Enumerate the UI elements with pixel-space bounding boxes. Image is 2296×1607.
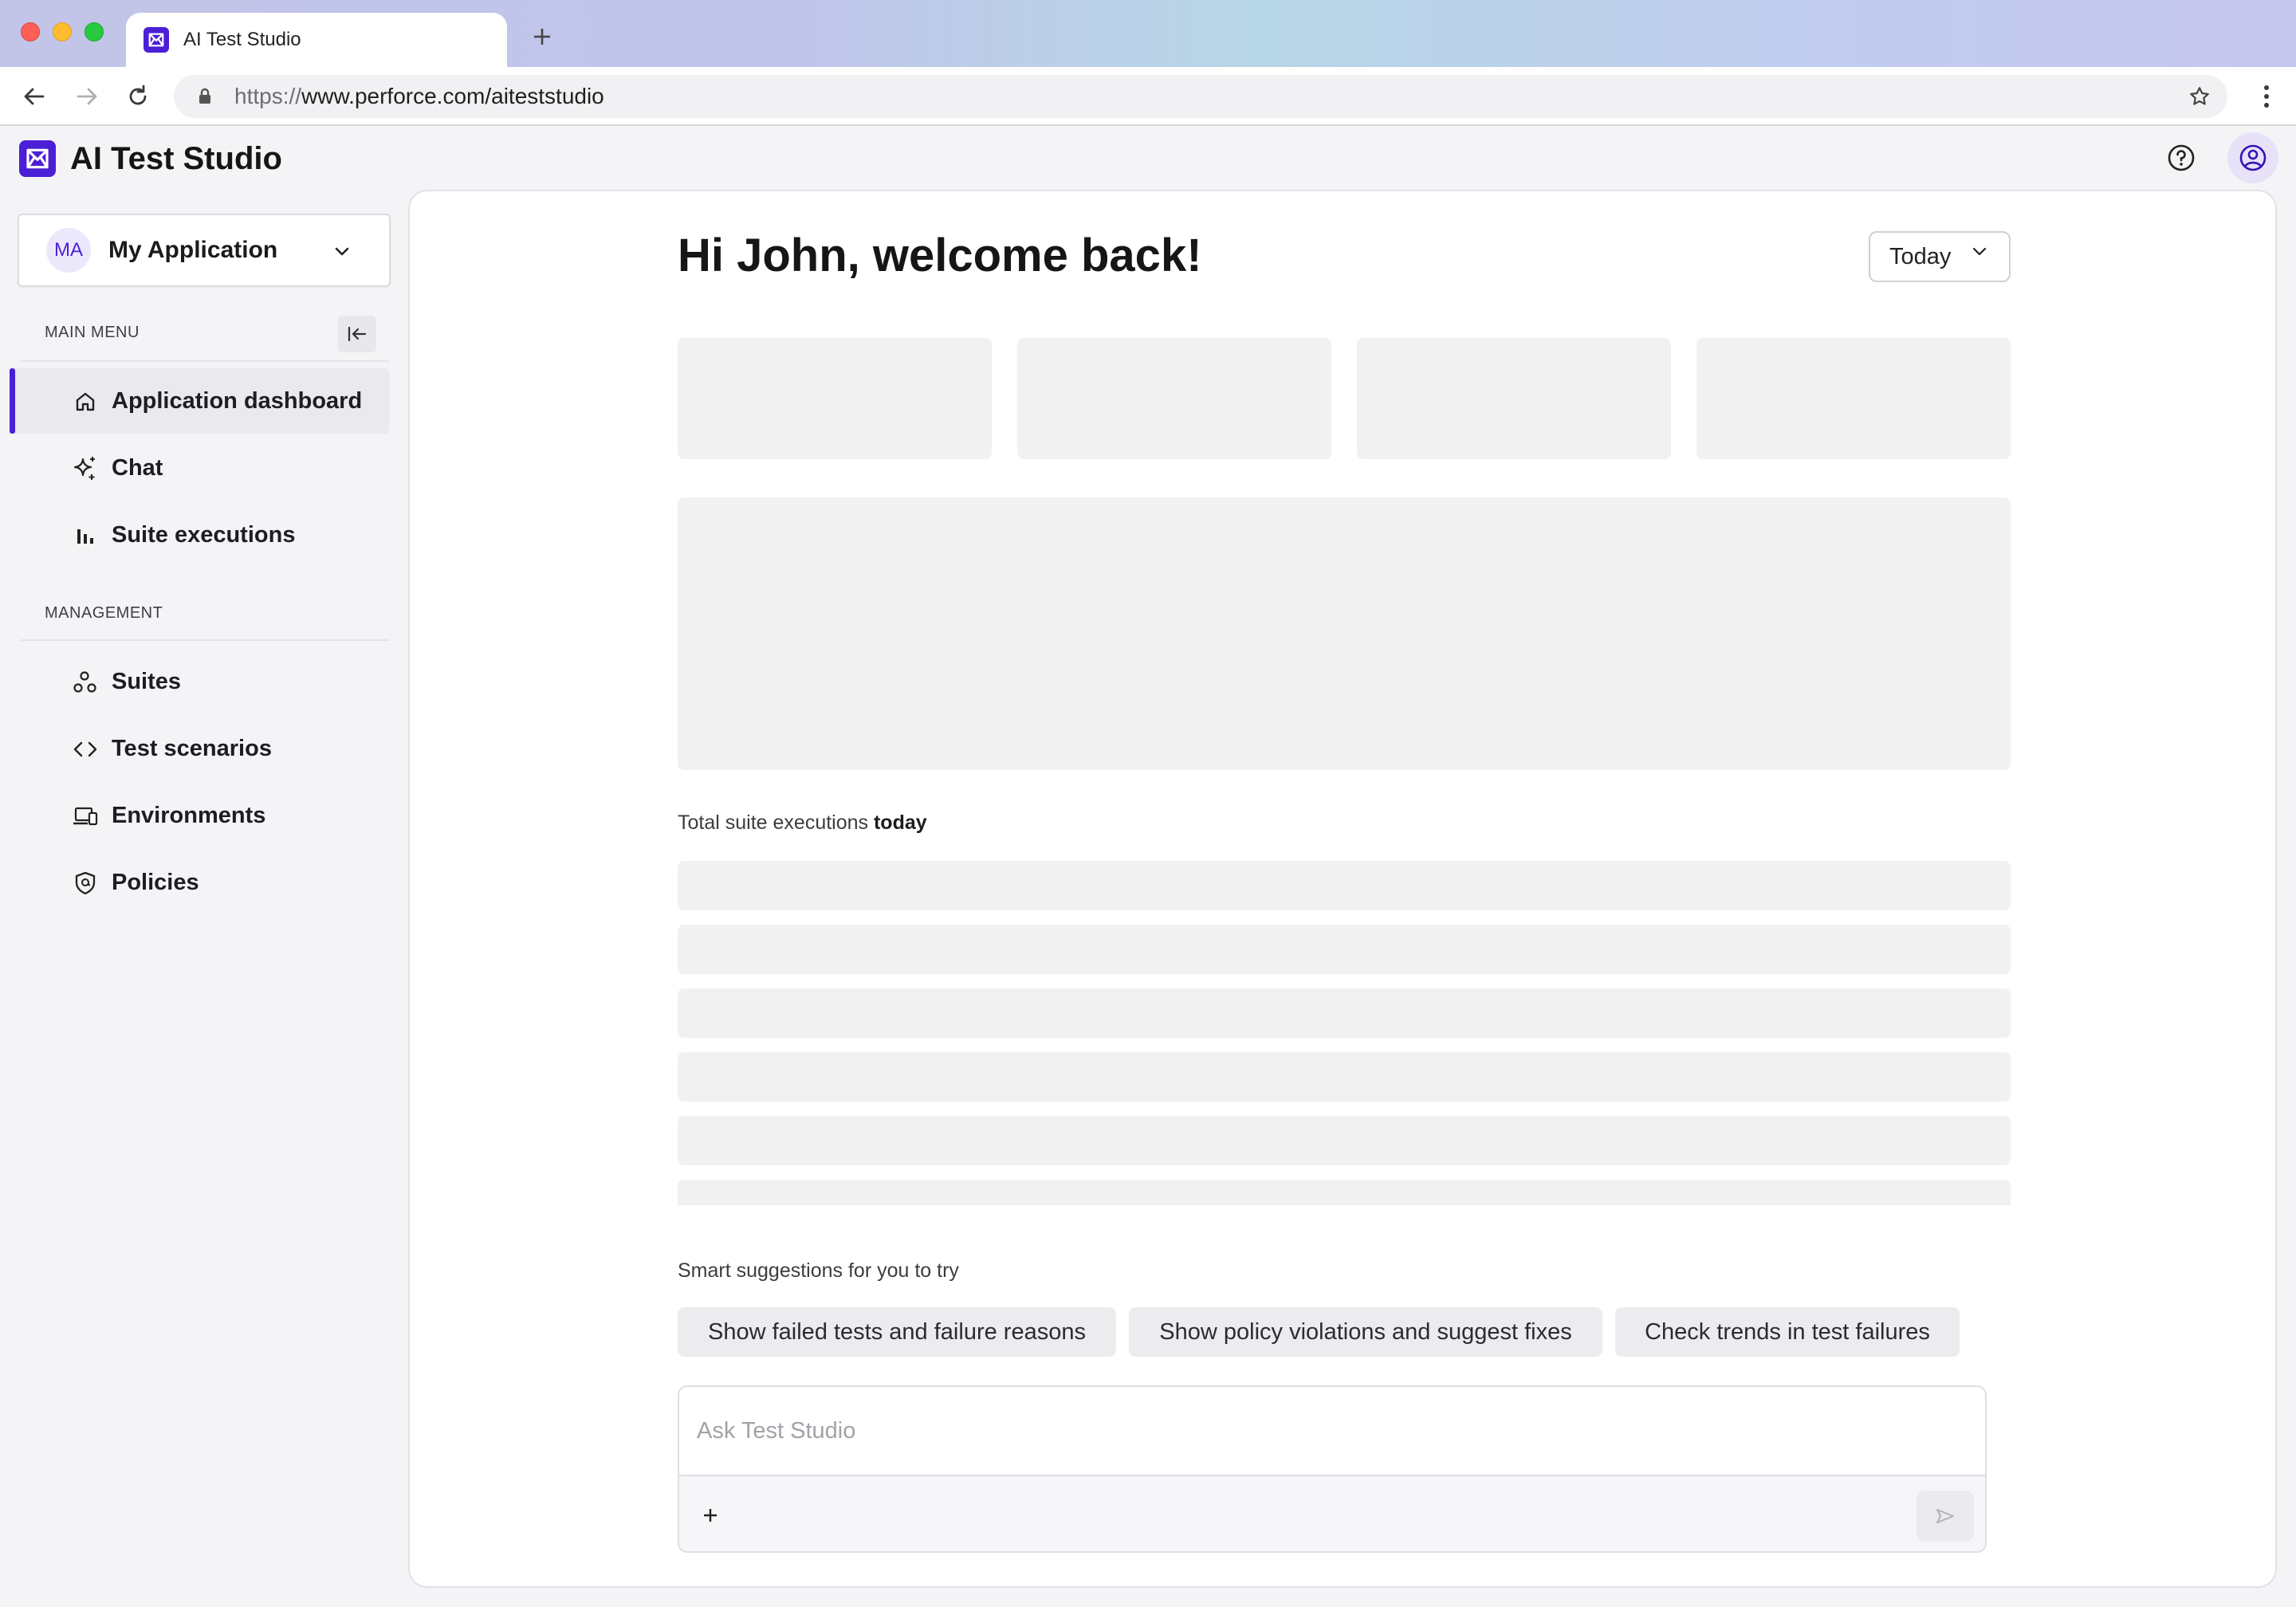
browser-tab-strip: AI Test Studio [0,0,2296,67]
devices-icon [72,803,99,830]
new-tab-plus-icon[interactable] [529,24,555,49]
browser-toolbar: https://www.perforce.com/aiteststudio [0,67,2296,126]
suggestion-chip[interactable]: Check trends in test failures [1615,1307,1960,1357]
chevron-down-icon [330,239,354,263]
shield-icon [72,870,99,897]
send-icon[interactable] [1917,1491,1974,1542]
table-row-skeleton [678,1052,2011,1102]
sidebar-item-label: Suites [112,668,182,694]
ask-input[interactable] [679,1387,1985,1475]
divider [21,360,389,362]
chevron-down-icon [1969,241,1990,261]
sidebar-item-environments[interactable]: Environments [10,783,389,848]
add-attachment-plus-icon[interactable] [698,1503,722,1527]
suggestion-chip[interactable]: Show policy violations and suggest fixes [1129,1307,1602,1357]
executions-caption: Total suite executions today [678,811,927,834]
kpi-card-skeleton [1357,338,1671,459]
table-row-skeleton [678,988,2011,1038]
kpi-card-skeleton [1017,338,1331,459]
sidebar-item-policies[interactable]: Policies [10,850,389,915]
table-row-skeleton [678,1180,2011,1205]
chart-skeleton [678,497,2011,770]
help-icon[interactable] [2164,140,2199,175]
suggestions-caption: Smart suggestions for you to try [678,1259,959,1282]
window-close-button[interactable] [21,22,40,41]
date-range-value: Today [1889,243,1952,269]
collapse-sidebar-icon[interactable] [338,316,376,352]
back-arrow-icon[interactable] [19,81,49,112]
lock-icon [196,88,214,105]
date-range-select[interactable]: Today [1869,231,2011,282]
window-minimize-button[interactable] [53,22,72,41]
window-zoom-button[interactable] [85,22,104,41]
sidebar-item-label: Application dashboard [112,387,363,414]
sidebar-item-test-scenarios[interactable]: Test scenarios [10,716,389,781]
page-title: Hi John, welcome back! [678,230,1202,281]
management-label: MANAGEMENT [45,604,163,622]
sidebar-item-label: Chat [112,454,163,481]
sidebar-item-label: Suite executions [112,521,296,548]
code-icon [72,736,99,763]
nodes-icon [72,669,99,696]
sparkle-icon [72,455,99,482]
user-account-icon[interactable] [2227,132,2278,183]
kpi-card-skeleton [1696,338,2011,459]
sidebar-item-chat[interactable]: Chat [10,435,389,501]
kpi-card-skeleton [678,338,992,459]
bookmark-star-icon[interactable] [2186,83,2213,110]
sidebar-item-suite-executions[interactable]: Suite executions [10,502,389,568]
table-row-skeleton [678,861,2011,910]
divider [21,639,389,641]
address-bar[interactable]: https://www.perforce.com/aiteststudio [174,75,2227,118]
table-row-skeleton [678,925,2011,974]
sidebar-item-application-dashboard[interactable]: Application dashboard [10,368,389,434]
suggestion-chip[interactable]: Show failed tests and failure reasons [678,1307,1116,1357]
sidebar-item-label: Policies [112,869,199,895]
home-icon [72,388,99,415]
ask-composer [678,1385,1987,1553]
composer-footer [679,1475,1985,1551]
app-favicon-icon [144,27,169,53]
app-title: AI Test Studio [70,141,282,176]
table-row-skeleton [678,1116,2011,1165]
dashboard-panel: Hi John, welcome back! Today Total suite… [408,190,2277,1588]
browser-menu-icon[interactable] [2255,81,2278,112]
app-logo-icon[interactable] [19,140,56,177]
sidebar-item-suites[interactable]: Suites [10,649,389,714]
sidebar-item-label: Test scenarios [112,735,272,761]
application-name: My Application [108,237,278,263]
application-avatar: MA [46,228,91,273]
main-menu-label: MAIN MENU [45,324,140,341]
sidebar-item-label: Environments [112,802,266,828]
bar-chart-icon [72,522,99,549]
application-switcher[interactable]: MA My Application [18,214,391,287]
forward-arrow-icon[interactable] [72,81,102,112]
address-url: https://www.perforce.com/aiteststudio [234,84,604,108]
browser-tab[interactable]: AI Test Studio [126,13,507,67]
tab-title: AI Test Studio [183,29,301,50]
reload-icon[interactable] [123,81,153,112]
